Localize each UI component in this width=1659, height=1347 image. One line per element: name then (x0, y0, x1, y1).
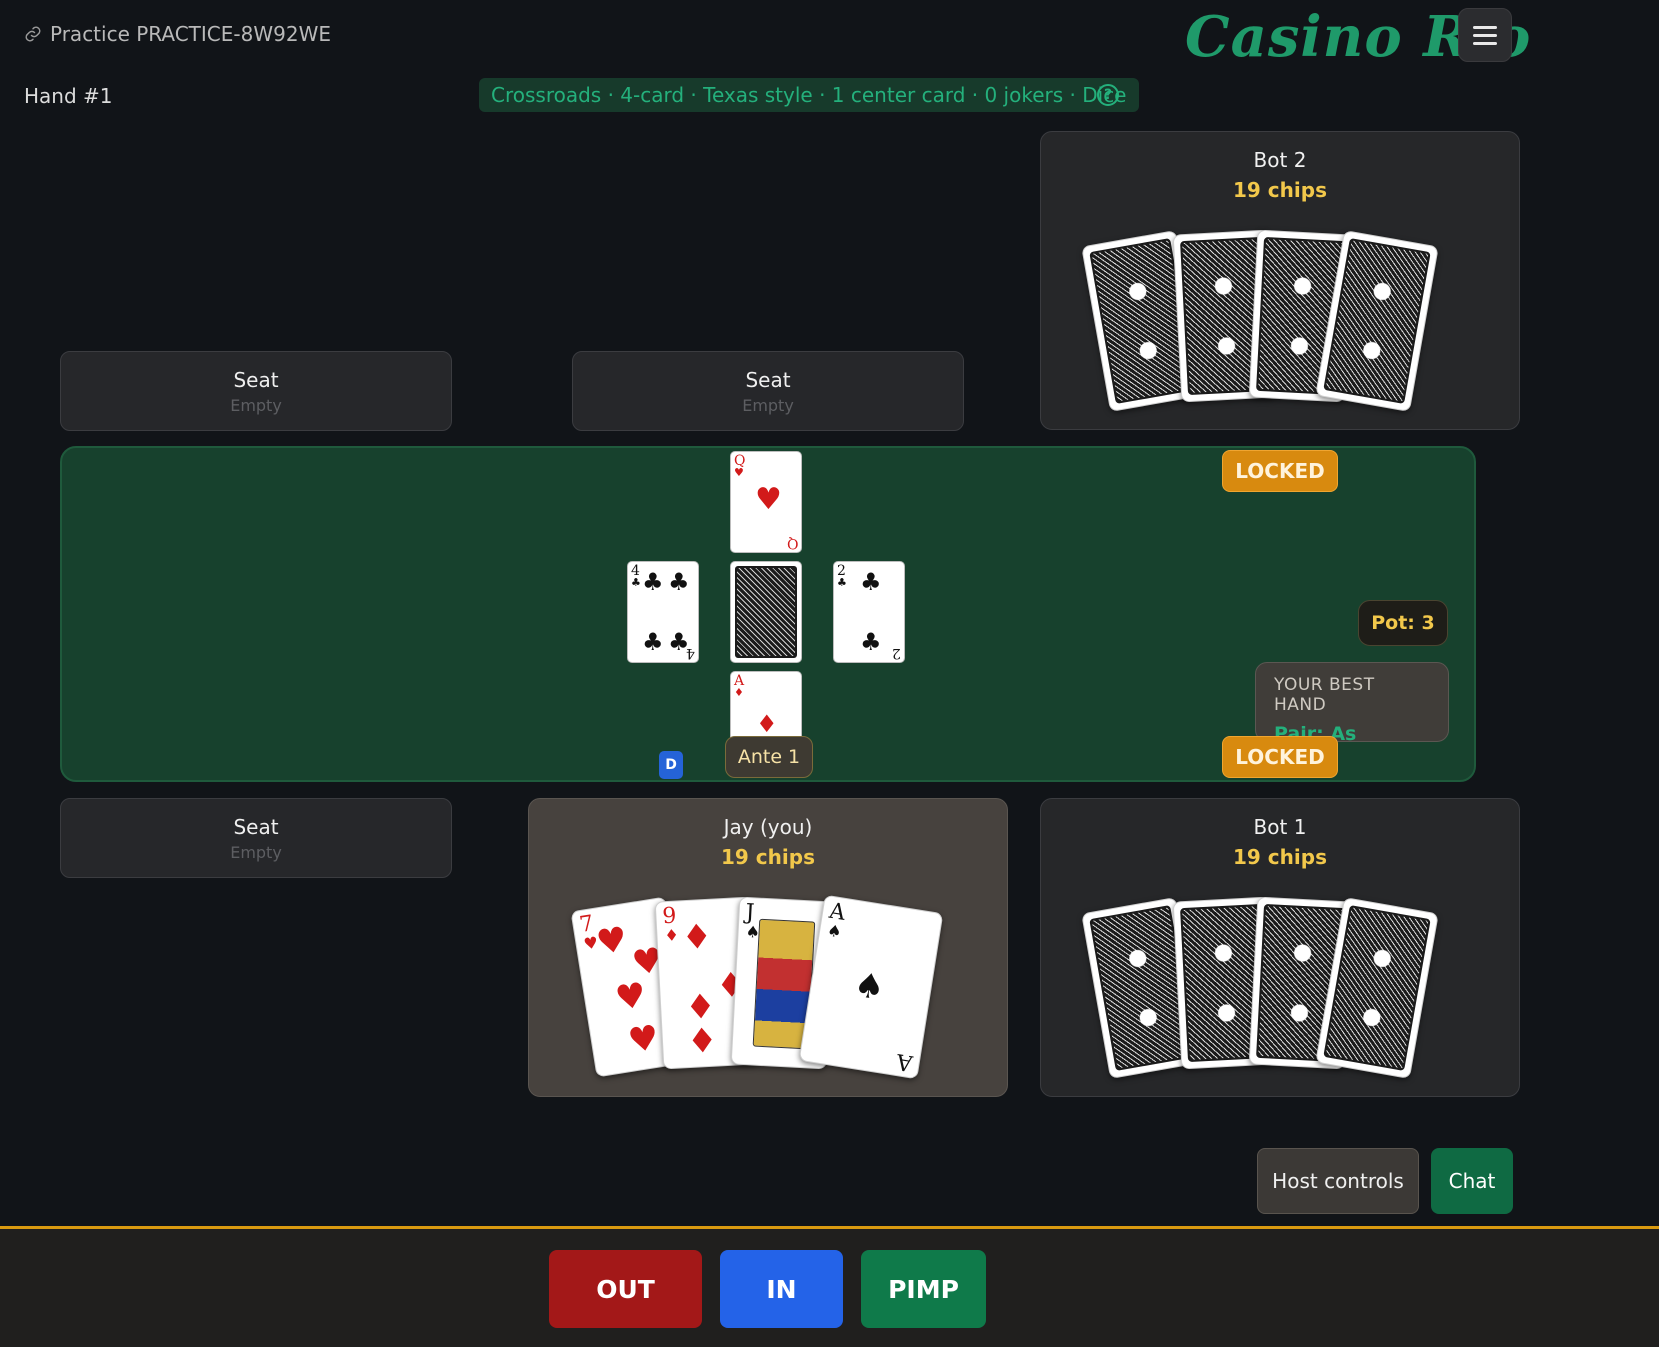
menu-button[interactable] (1458, 8, 1512, 62)
chat-button[interactable]: Chat (1431, 1148, 1513, 1214)
player-chips: 19 chips (1233, 845, 1327, 869)
pot-display: Pot: 3 (1358, 600, 1448, 646)
community-card-center (730, 561, 802, 663)
seat-empty-bottom-left[interactable]: Seat Empty (60, 798, 452, 878)
pimp-button[interactable]: PIMP (861, 1250, 986, 1328)
hamburger-icon (1473, 25, 1497, 29)
player-chips: 19 chips (721, 845, 815, 869)
seat-empty-top-left[interactable]: Seat Empty (60, 351, 452, 431)
player-name: Jay (you) (723, 815, 813, 839)
out-button[interactable]: OUT (549, 1250, 702, 1328)
room-link[interactable]: Practice PRACTICE-8W92WE (24, 22, 331, 46)
link-icon (25, 26, 41, 42)
variant-badge: Crossroads · 4-card · Texas style · 1 ce… (479, 78, 1139, 112)
player-chips: 19 chips (1233, 178, 1327, 202)
player-bot2: Bot 2 19 chips (1040, 131, 1520, 430)
host-controls-button[interactable]: Host controls (1257, 1148, 1419, 1214)
seat-label: Seat (233, 814, 279, 839)
community-card-right: 2 ♣ ♣ ♣ 2 (833, 561, 905, 663)
player-you: Jay (you) 19 chips 7 ♥ ♥ ♥ ♥ ♥ 9 ♦ ♦ ♦ ♦ ♦… (528, 798, 1008, 1097)
dealer-button: D (659, 751, 683, 779)
player-name: Bot 1 (1253, 815, 1307, 839)
best-hand-title: YOUR BEST HAND (1274, 675, 1375, 715)
help-icon[interactable]: ? (1097, 84, 1119, 106)
seat-label: Seat (233, 367, 279, 392)
community-card-left: 4 ♣ ♣ ♣ ♣ ♣ 4 (627, 561, 699, 663)
seat-status: Empty (230, 842, 282, 862)
in-button[interactable]: IN (720, 1250, 843, 1328)
hand-card-4[interactable]: A ♠ ♠ A (798, 894, 944, 1080)
practice-label: Practice PRACTICE-8W92WE (50, 22, 331, 46)
locked-badge-top: LOCKED (1222, 450, 1338, 492)
hand-number: Hand #1 (24, 84, 113, 108)
player-name: Bot 2 (1253, 148, 1307, 172)
locked-badge-bottom: LOCKED (1222, 736, 1338, 778)
seat-status: Empty (230, 395, 282, 415)
ante-chip: Ante 1 (725, 736, 813, 778)
community-card-top: Q ♥ ♥ Q (730, 451, 802, 553)
player-bot1: Bot 1 19 chips (1040, 798, 1520, 1097)
best-hand-panel: YOUR BEST HAND Pair: As (1255, 662, 1449, 745)
seat-status: Empty (742, 395, 794, 415)
seat-label: Seat (745, 367, 791, 392)
seat-empty-top-mid[interactable]: Seat Empty (572, 351, 964, 431)
